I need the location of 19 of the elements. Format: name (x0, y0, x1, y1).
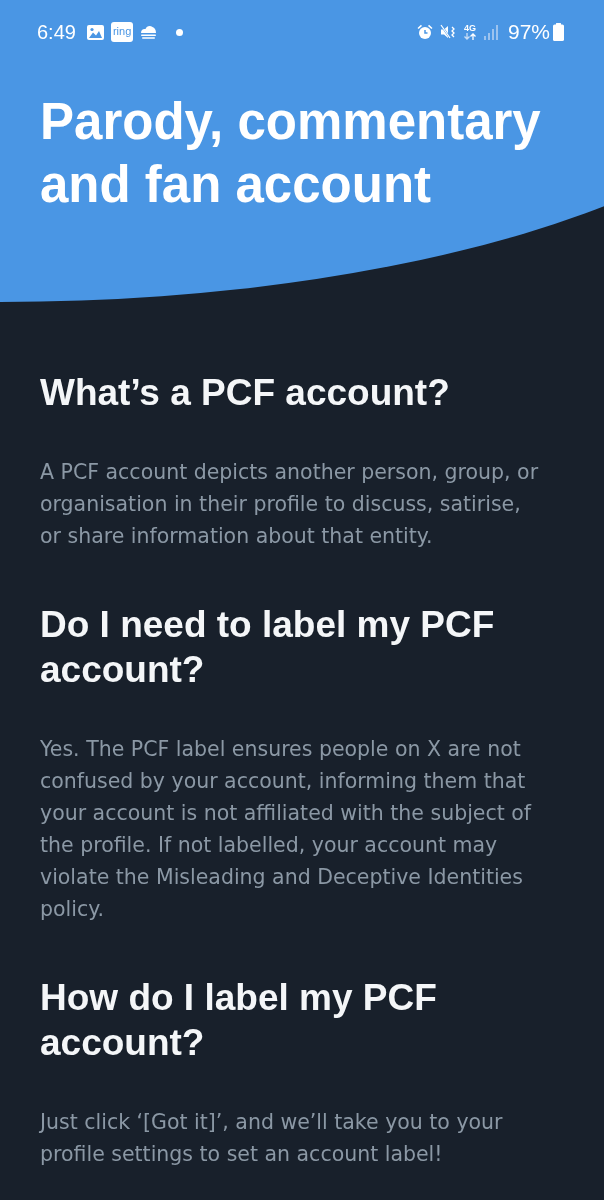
section-text: Just click ‘[Got it]’, and we’ll take you to your profile settings to set an account label! (40, 1109, 504, 1168)
dot-icon (176, 28, 184, 36)
speaker-muted-icon (439, 24, 456, 40)
section-heading: What’s a PCF account? (40, 371, 451, 415)
data-arrows-icon (462, 33, 477, 40)
signal-icon (483, 24, 498, 40)
network-type-label: 4G (463, 24, 476, 33)
status-time: 6:49 (37, 20, 76, 44)
section-heading: Do I need to label my PCF account? (40, 603, 496, 692)
alarm-clock-icon (416, 24, 433, 40)
battery-percentage: 97% (507, 20, 550, 44)
section-heading: How do I label my PCF account? (40, 976, 438, 1065)
image-icon (86, 24, 104, 40)
battery-icon (553, 23, 564, 41)
page-title: Parody, commentary and fan account (40, 92, 542, 215)
cloud-icon (140, 25, 158, 39)
section-text: Yes. The PCF label ensures people on X are not confused by your account, informing them that your account is not affiliated with the subject of the profile. If not labelled, your account may violate the Misleading and Deceptive Identities policy. (40, 736, 533, 923)
notification-badge: ring (110, 22, 134, 42)
section-text: A PCF account depicts another person, group, or organisation in their profile to discuss, satirise, or share information about that entity. (40, 459, 540, 550)
